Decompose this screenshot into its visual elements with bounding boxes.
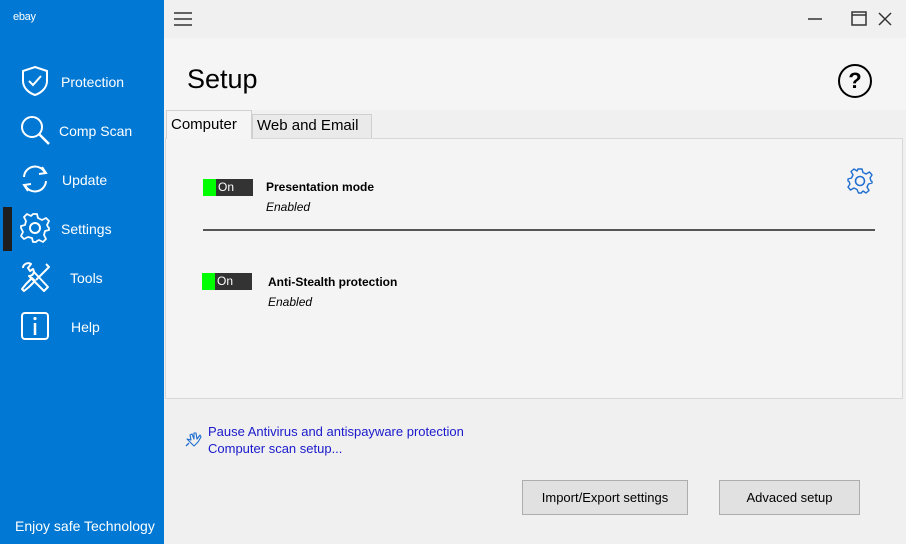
- sidebar-item-label: Protection: [61, 74, 125, 90]
- toggle-knob: [203, 179, 216, 196]
- sidebar-item-tools[interactable]: Tools: [0, 256, 164, 300]
- import-export-button[interactable]: Import/Export settings: [522, 480, 688, 515]
- sidebar-item-label: Comp Scan: [59, 123, 133, 139]
- tab-web-and-email[interactable]: Web and Email: [252, 114, 372, 138]
- hamburger-menu-icon[interactable]: [174, 11, 192, 27]
- presentation-mode-toggle[interactable]: On: [203, 179, 253, 196]
- maximize-icon[interactable]: [849, 9, 869, 29]
- sidebar-item-help[interactable]: Help: [0, 305, 164, 349]
- sidebar-item-label: Tools: [70, 270, 103, 286]
- gear-icon[interactable]: [846, 167, 874, 195]
- refresh-icon: [22, 165, 48, 193]
- toggle-label: On: [217, 274, 234, 288]
- tab-computer[interactable]: Computer: [166, 110, 252, 139]
- toggle-knob: [202, 273, 215, 290]
- app-logo: ebay: [13, 11, 36, 23]
- anti-stealth-title: Anti-Stealth protection: [268, 275, 398, 289]
- page-title: Setup: [187, 64, 258, 94]
- title-bar: [164, 0, 906, 38]
- shield-check-icon: [22, 65, 48, 97]
- anti-stealth-toggle[interactable]: On: [202, 273, 252, 290]
- sidebar-item-label: Help: [71, 319, 100, 335]
- magnifier-icon: [21, 116, 50, 145]
- sidebar-item-update[interactable]: Update: [0, 158, 164, 202]
- anti-stealth-status: Enabled: [268, 295, 313, 309]
- pause-protection-link[interactable]: Pause Antivirus and antispayware protect…: [208, 424, 464, 439]
- page-header: Setup ?: [164, 38, 906, 110]
- close-icon[interactable]: [875, 9, 895, 29]
- presentation-mode-status: Enabled: [266, 200, 311, 214]
- advanced-setup-button[interactable]: Advaced setup: [719, 480, 860, 515]
- help-button[interactable]: ?: [838, 64, 872, 98]
- sidebar-item-comp-scan[interactable]: Comp Scan: [0, 109, 164, 153]
- main-area: Setup ? Computer Web and Email On Presen…: [164, 0, 906, 544]
- wrench-screwdriver-icon: [21, 262, 50, 292]
- settings-panel: On Presentation mode Enabled On Anti-Ste…: [165, 138, 903, 399]
- sidebar-item-protection[interactable]: Protection: [0, 60, 164, 104]
- toggle-label: On: [218, 180, 235, 194]
- tagline: Enjoy safe Technology: [15, 518, 155, 534]
- presentation-mode-title: Presentation mode: [266, 180, 375, 194]
- wrench-hand-icon: [185, 432, 202, 447]
- divider: [203, 229, 875, 231]
- minimize-icon[interactable]: [805, 9, 825, 29]
- sidebar-item-settings[interactable]: Settings: [0, 207, 164, 251]
- sidebar-item-label: Settings: [61, 221, 112, 237]
- sidebar-item-label: Update: [62, 172, 108, 188]
- sidebar: ebay Protection Comp Scan Update Setting…: [0, 0, 164, 544]
- computer-scan-setup-link[interactable]: Computer scan setup...: [208, 441, 342, 456]
- gear-icon: [20, 213, 50, 243]
- info-icon: [21, 312, 49, 340]
